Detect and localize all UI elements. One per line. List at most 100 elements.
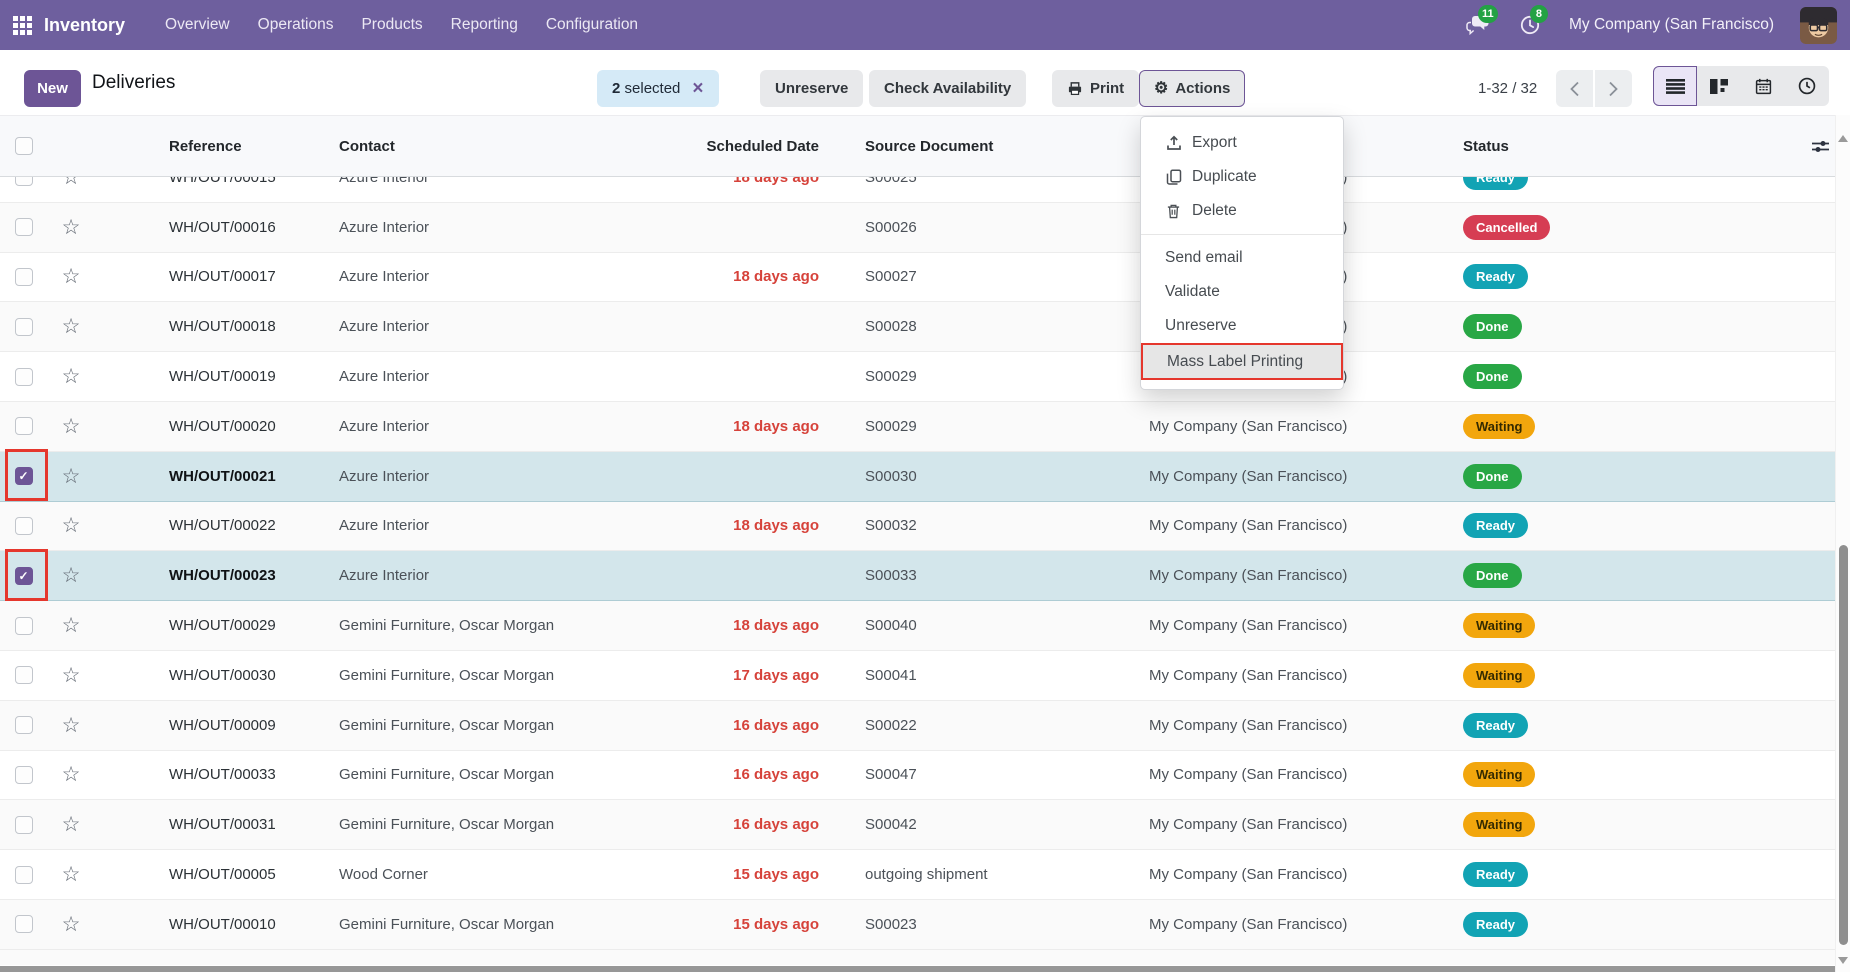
row-company: My Company (San Francisco) <box>1149 468 1459 485</box>
app-title[interactable]: Inventory <box>44 15 125 36</box>
scrollbar-up-arrow-icon[interactable] <box>1838 135 1848 142</box>
row-checkbox[interactable] <box>0 766 47 784</box>
menu-item-delete[interactable]: Delete <box>1141 194 1343 228</box>
chevron-left-icon <box>1569 81 1580 97</box>
favorite-star-icon[interactable]: ☆ <box>47 864 95 885</box>
pager-next-button[interactable] <box>1595 70 1632 107</box>
nav-menu-configuration[interactable]: Configuration <box>532 0 652 50</box>
column-header-status[interactable]: Status <box>1459 138 1810 155</box>
favorite-star-icon[interactable]: ☆ <box>47 715 95 736</box>
nav-menu-reporting[interactable]: Reporting <box>437 0 532 50</box>
clear-selection-icon[interactable]: × <box>692 79 703 98</box>
table-row[interactable]: ☆WH/OUT/00017Azure Interior18 days agoS0… <box>0 253 1835 303</box>
table-row[interactable]: ☆WH/OUT/00031Gemini Furniture, Oscar Mor… <box>0 800 1835 850</box>
row-reference: WH/OUT/00021 <box>95 468 339 485</box>
unreserve-button[interactable]: Unreserve <box>760 70 863 107</box>
column-header-scheduled-date[interactable]: Scheduled Date <box>639 138 819 155</box>
menu-item-send-email[interactable]: Send email <box>1141 241 1343 275</box>
favorite-star-icon[interactable]: ☆ <box>47 266 95 287</box>
favorite-star-icon[interactable]: ☆ <box>47 416 95 437</box>
pager-arrows <box>1556 70 1632 107</box>
annotation-highlight-box <box>5 449 48 501</box>
table-row[interactable]: ☆WH/OUT/00018Azure InteriorS00028My Comp… <box>0 302 1835 352</box>
row-scheduled-date: 16 days ago <box>639 766 819 783</box>
nav-menu-operations[interactable]: Operations <box>244 0 348 50</box>
row-checkbox[interactable] <box>0 218 47 236</box>
menu-item-duplicate[interactable]: Duplicate <box>1141 160 1343 194</box>
row-checkbox[interactable] <box>0 417 47 435</box>
new-button[interactable]: New <box>24 70 81 107</box>
check-availability-button[interactable]: Check Availability <box>869 70 1026 107</box>
scrollbar-down-arrow-icon[interactable] <box>1838 957 1848 964</box>
duplicate-icon <box>1165 169 1182 185</box>
column-header-reference[interactable]: Reference <box>95 138 339 155</box>
row-checkbox[interactable] <box>0 177 47 186</box>
table-row[interactable]: ☆WH/OUT/00022Azure Interior18 days agoS0… <box>0 502 1835 552</box>
table-row[interactable]: ☆WH/OUT/00005Wood Corner15 days agooutgo… <box>0 850 1835 900</box>
row-checkbox[interactable] <box>0 318 47 336</box>
row-checkbox[interactable] <box>0 617 47 635</box>
row-checkbox[interactable] <box>0 268 47 286</box>
table-row[interactable]: ☆WH/OUT/00015Azure Interior18 days agoS0… <box>0 177 1835 203</box>
activities-button[interactable]: 8 <box>1517 12 1543 38</box>
menu-item-mass-label-printing[interactable]: Mass Label Printing <box>1141 343 1343 380</box>
table-row[interactable]: ☆WH/OUT/00019Azure InteriorS00029My Comp… <box>0 352 1835 402</box>
table-row[interactable]: ✓☆WH/OUT/00023Azure InteriorS00033My Com… <box>0 551 1835 601</box>
table-row[interactable]: ☆WH/OUT/00030Gemini Furniture, Oscar Mor… <box>0 651 1835 701</box>
menu-item-validate[interactable]: Validate <box>1141 275 1343 309</box>
table-row[interactable]: ✓☆WH/OUT/00021Azure InteriorS00030My Com… <box>0 452 1835 502</box>
table-row[interactable]: ☆WH/OUT/00033Gemini Furniture, Oscar Mor… <box>0 751 1835 801</box>
column-header-source-document[interactable]: Source Document <box>819 138 1149 155</box>
row-status: Done <box>1459 563 1810 588</box>
row-company: My Company (San Francisco) <box>1149 517 1459 534</box>
row-checkbox[interactable] <box>0 517 47 535</box>
kanban-view-button[interactable] <box>1697 66 1741 106</box>
row-checkbox[interactable] <box>0 866 47 884</box>
scrollbar-thumb[interactable] <box>1839 545 1848 945</box>
table-row[interactable]: ☆WH/OUT/00009Gemini Furniture, Oscar Mor… <box>0 701 1835 751</box>
table-row[interactable]: ☆WH/OUT/00010Gemini Furniture, Oscar Mor… <box>0 900 1835 950</box>
messages-button[interactable]: 11 <box>1465 12 1491 38</box>
favorite-star-icon[interactable]: ☆ <box>47 615 95 636</box>
row-checkbox[interactable] <box>0 368 47 386</box>
table-row[interactable]: ☆WH/OUT/00020Azure Interior18 days agoS0… <box>0 402 1835 452</box>
selected-count: 2 <box>612 80 620 97</box>
table-row[interactable]: ☆WH/OUT/00016Azure InteriorS00026My Comp… <box>0 203 1835 253</box>
row-checkbox[interactable] <box>0 716 47 734</box>
favorite-star-icon[interactable]: ☆ <box>47 914 95 935</box>
nav-menu-products[interactable]: Products <box>347 0 436 50</box>
favorite-star-icon[interactable]: ☆ <box>47 366 95 387</box>
calendar-view-button[interactable] <box>1741 66 1785 106</box>
list-view-button[interactable] <box>1653 66 1697 106</box>
chevron-right-icon <box>1608 81 1619 97</box>
company-switcher[interactable]: My Company (San Francisco) <box>1569 16 1774 34</box>
print-button[interactable]: Print <box>1052 70 1139 107</box>
favorite-star-icon[interactable]: ☆ <box>47 177 95 188</box>
favorite-star-icon[interactable]: ☆ <box>47 814 95 835</box>
nav-menu-overview[interactable]: Overview <box>151 0 244 50</box>
menu-item-export[interactable]: Export <box>1141 126 1343 160</box>
favorite-star-icon[interactable]: ☆ <box>47 665 95 686</box>
row-source-document: S00032 <box>819 517 1149 534</box>
row-checkbox[interactable] <box>0 816 47 834</box>
apps-grid-icon[interactable] <box>0 0 44 50</box>
favorite-star-icon[interactable]: ☆ <box>47 565 95 586</box>
row-source-document: S00027 <box>819 268 1149 285</box>
favorite-star-icon[interactable]: ☆ <box>47 515 95 536</box>
favorite-star-icon[interactable]: ☆ <box>47 764 95 785</box>
pager-previous-button[interactable] <box>1556 70 1593 107</box>
actions-button[interactable]: ⚙ Actions <box>1139 70 1245 107</box>
row-status: Cancelled <box>1459 215 1810 240</box>
row-checkbox[interactable] <box>0 666 47 684</box>
favorite-star-icon[interactable]: ☆ <box>47 466 95 487</box>
row-checkbox[interactable] <box>0 915 47 933</box>
menu-item-unreserve[interactable]: Unreserve <box>1141 309 1343 343</box>
table-row[interactable]: ☆WH/OUT/00029Gemini Furniture, Oscar Mor… <box>0 601 1835 651</box>
favorite-star-icon[interactable]: ☆ <box>47 316 95 337</box>
user-avatar[interactable] <box>1800 7 1837 44</box>
select-all-checkbox[interactable] <box>0 137 47 155</box>
favorite-star-icon[interactable]: ☆ <box>47 217 95 238</box>
row-company: My Company (San Francisco) <box>1149 816 1459 833</box>
activity-view-button[interactable] <box>1785 66 1829 106</box>
column-header-contact[interactable]: Contact <box>339 138 639 155</box>
